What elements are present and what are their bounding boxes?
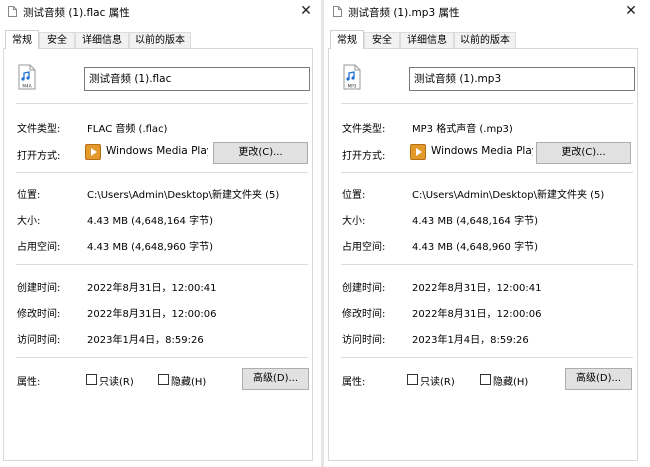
separator bbox=[16, 264, 308, 265]
accessed-value: 2023年1月4日，8:59:26 bbox=[412, 335, 529, 346]
modified-value: 2022年8月31日，12:00:06 bbox=[87, 309, 217, 320]
tab-strip: 常规 安全 详细信息 以前的版本 bbox=[0, 30, 320, 49]
advanced-button[interactable]: 高级(D)... bbox=[242, 368, 309, 390]
open-with-label: 打开方式: bbox=[342, 151, 386, 162]
accessed-label: 访问时间: bbox=[17, 335, 61, 346]
change-button[interactable]: 更改(C)... bbox=[536, 142, 631, 164]
accessed-label: 访问时间: bbox=[342, 335, 386, 346]
media-player-icon bbox=[410, 144, 426, 160]
created-value: 2022年8月31日，12:00:41 bbox=[87, 283, 217, 294]
attributes-label: 属性: bbox=[342, 377, 366, 388]
modified-label: 修改时间: bbox=[342, 309, 386, 320]
location-label: 位置: bbox=[17, 190, 41, 201]
window-title: 测试音频 (1).mp3 属性 bbox=[348, 7, 460, 19]
tab-security[interactable]: 安全 bbox=[39, 32, 75, 48]
close-button[interactable]: ✕ bbox=[298, 3, 314, 19]
size-on-disk-label: 占用空间: bbox=[17, 242, 61, 253]
tab-security[interactable]: 安全 bbox=[364, 32, 400, 48]
mp3-file-icon: MP3 bbox=[343, 64, 361, 90]
location-value: C:\Users\Admin\Desktop\新建文件夹 (5) bbox=[412, 190, 605, 201]
size-on-disk-value: 4.43 MB (4,648,960 字节) bbox=[412, 242, 538, 253]
separator bbox=[16, 103, 308, 104]
file-type-label: 文件类型: bbox=[342, 124, 386, 135]
created-value: 2022年8月31日，12:00:41 bbox=[412, 283, 542, 294]
separator bbox=[16, 172, 308, 173]
tab-previous-versions[interactable]: 以前的版本 bbox=[454, 32, 516, 48]
window-divider bbox=[321, 0, 324, 467]
file-type-value: FLAC 音频 (.flac) bbox=[87, 124, 168, 135]
file-name-input[interactable]: 测试音频 (1).flac bbox=[84, 67, 310, 91]
advanced-button[interactable]: 高级(D)... bbox=[565, 368, 632, 390]
size-label: 大小: bbox=[17, 216, 41, 227]
file-type-label: 文件类型: bbox=[17, 124, 61, 135]
tab-strip: 常规 安全 详细信息 以前的版本 bbox=[325, 30, 645, 49]
readonly-checkbox[interactable] bbox=[407, 374, 418, 385]
size-value: 4.43 MB (4,648,164 字节) bbox=[87, 216, 213, 227]
general-panel bbox=[3, 48, 313, 461]
size-value: 4.43 MB (4,648,164 字节) bbox=[412, 216, 538, 227]
tab-general[interactable]: 常规 bbox=[5, 30, 39, 49]
open-with-app: Windows Media Playe bbox=[106, 145, 208, 157]
document-icon bbox=[8, 6, 17, 17]
media-player-icon bbox=[85, 144, 101, 160]
size-label: 大小: bbox=[342, 216, 366, 227]
file-icon-label: MP3 bbox=[348, 84, 357, 89]
accessed-value: 2023年1月4日，8:59:26 bbox=[87, 335, 204, 346]
readonly-label[interactable]: 只读(R) bbox=[420, 373, 455, 388]
separator bbox=[341, 172, 633, 173]
tab-details[interactable]: 详细信息 bbox=[400, 32, 454, 48]
tab-details[interactable]: 详细信息 bbox=[75, 32, 129, 48]
readonly-checkbox[interactable] bbox=[86, 374, 97, 385]
file-type-value: MP3 格式声音 (.mp3) bbox=[412, 124, 513, 135]
hidden-checkbox[interactable] bbox=[158, 374, 169, 385]
readonly-label[interactable]: 只读(R) bbox=[99, 373, 134, 388]
separator bbox=[341, 264, 633, 265]
created-label: 创建时间: bbox=[17, 283, 61, 294]
size-on-disk-label: 占用空间: bbox=[342, 242, 386, 253]
general-panel bbox=[328, 48, 638, 461]
title-bar[interactable]: 测试音频 (1).flac 属性 ✕ bbox=[0, 0, 320, 24]
separator bbox=[341, 357, 633, 358]
open-with-app: Windows Media Playe bbox=[431, 145, 533, 157]
window-title: 测试音频 (1).flac 属性 bbox=[23, 7, 130, 19]
close-button[interactable]: ✕ bbox=[623, 3, 639, 19]
modified-label: 修改时间: bbox=[17, 309, 61, 320]
file-icon-label: M4A bbox=[22, 84, 31, 89]
size-on-disk-value: 4.43 MB (4,648,960 字节) bbox=[87, 242, 213, 253]
modified-value: 2022年8月31日，12:00:06 bbox=[412, 309, 542, 320]
tab-previous-versions[interactable]: 以前的版本 bbox=[129, 32, 191, 48]
m4a-file-icon: M4A bbox=[18, 64, 36, 90]
location-label: 位置: bbox=[342, 190, 366, 201]
hidden-label[interactable]: 隐藏(H) bbox=[171, 373, 206, 388]
separator bbox=[16, 357, 308, 358]
file-name-input[interactable]: 测试音频 (1).mp3 bbox=[409, 67, 635, 91]
separator bbox=[341, 103, 633, 104]
properties-dialog-mp3: 测试音频 (1).mp3 属性 ✕ 常规 安全 详细信息 以前的版本 MP3 测… bbox=[325, 0, 645, 467]
tab-general[interactable]: 常规 bbox=[330, 30, 364, 49]
hidden-checkbox[interactable] bbox=[480, 374, 491, 385]
hidden-label[interactable]: 隐藏(H) bbox=[493, 373, 528, 388]
open-with-label: 打开方式: bbox=[17, 151, 61, 162]
attributes-label: 属性: bbox=[17, 377, 41, 388]
title-bar[interactable]: 测试音频 (1).mp3 属性 ✕ bbox=[325, 0, 645, 24]
location-value: C:\Users\Admin\Desktop\新建文件夹 (5) bbox=[87, 190, 280, 201]
document-icon bbox=[333, 6, 342, 17]
created-label: 创建时间: bbox=[342, 283, 386, 294]
properties-dialog-flac: 测试音频 (1).flac 属性 ✕ 常规 安全 详细信息 以前的版本 M4A … bbox=[0, 0, 320, 467]
change-button[interactable]: 更改(C)... bbox=[213, 142, 308, 164]
